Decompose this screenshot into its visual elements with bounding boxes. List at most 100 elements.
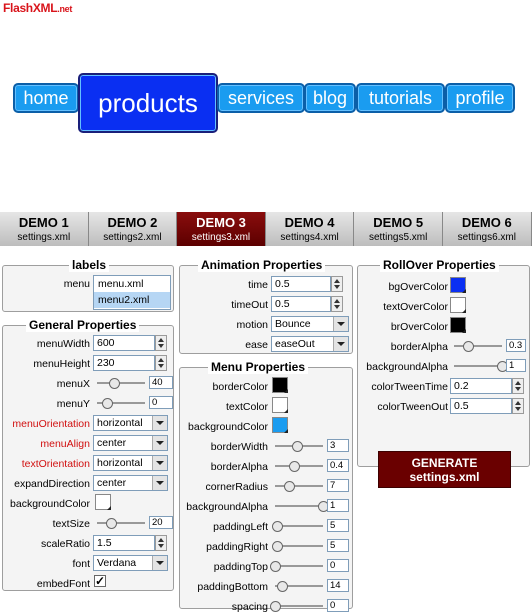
expanddirection-value: center [97, 477, 127, 489]
spacing-value[interactable]: 0 [327, 599, 349, 612]
backgroundcolor-swatch[interactable] [95, 494, 111, 510]
menux-label: menuX [56, 378, 90, 390]
ease-select[interactable]: easeOut [271, 336, 349, 352]
colortweenout-input[interactable]: 0.5 [450, 398, 512, 414]
paddingtop-value[interactable]: 0 [327, 559, 349, 572]
chevron-down-icon[interactable] [152, 416, 167, 430]
menuorientation-label: menuOrientation [12, 418, 90, 430]
cornerradius-value[interactable]: 7 [327, 479, 349, 492]
paddingtop-label: paddingTop [213, 561, 268, 573]
textcolor-swatch[interactable] [272, 397, 288, 413]
chevron-down-icon[interactable] [333, 337, 348, 351]
menu-item-0[interactable]: home [13, 83, 79, 113]
borderwidth-value[interactable]: 3 [327, 439, 349, 452]
demo-tab-5[interactable]: DEMO 5 settings5.xml [354, 212, 443, 246]
flashxml-logo: FlashXML.net [3, 1, 72, 15]
paddingright-slider[interactable] [272, 541, 323, 552]
textsize-label: textSize [52, 518, 90, 530]
borderwidth-slider[interactable] [275, 441, 323, 452]
demo-tab-2[interactable]: DEMO 2 settings2.xml [88, 212, 178, 246]
scaleratio-input[interactable]: 1.5 [93, 535, 155, 551]
menu-item-5[interactable]: profile [445, 83, 515, 113]
demo-tab-3[interactable]: DEMO 3 settings3.xml [177, 212, 266, 246]
menuy-label: menuY [56, 398, 90, 410]
list-item-selected[interactable]: menu2.xml [94, 292, 170, 308]
paddingright-value[interactable]: 5 [327, 539, 349, 552]
rollover-properties-title: RollOver Properties [380, 258, 499, 272]
chevron-down-icon[interactable] [152, 556, 167, 570]
borderalpha-value[interactable]: 0.3 [506, 339, 526, 352]
textorientation-select[interactable]: horizontal [93, 455, 168, 471]
brovercolor-swatch[interactable] [450, 317, 466, 333]
borderalpha-slider[interactable] [275, 461, 323, 472]
menuheight-stepper[interactable] [155, 355, 167, 371]
backgroundalpha-value[interactable]: 1 [506, 359, 526, 372]
borderalpha-value[interactable]: 0.4 [327, 459, 349, 472]
backgroundalpha-value[interactable]: 1 [327, 499, 349, 512]
expanddirection-select[interactable]: center [93, 475, 168, 491]
font-select[interactable]: Verdana [93, 555, 168, 571]
textovercolor-swatch[interactable] [450, 297, 466, 313]
paddingleft-value[interactable]: 5 [327, 519, 349, 532]
chevron-down-icon[interactable] [333, 317, 348, 331]
paddingleft-slider[interactable] [272, 521, 323, 532]
demo-tab-title: DEMO 5 [373, 215, 424, 230]
spacing-slider[interactable] [270, 601, 323, 612]
menux-value[interactable]: 40 [149, 376, 173, 389]
menux-slider[interactable] [97, 378, 145, 389]
menu-item-3[interactable]: blog [304, 83, 356, 113]
bgovercolor-swatch[interactable] [450, 277, 466, 293]
embedfont-checkbox[interactable]: ✓ [94, 575, 106, 587]
menuwidth-stepper[interactable] [155, 335, 167, 351]
labels-list[interactable]: menu.xml menu2.xml [93, 275, 171, 310]
paddingbottom-value[interactable]: 14 [327, 579, 349, 592]
animation-properties-title: Animation Properties [198, 258, 326, 272]
chevron-down-icon[interactable] [152, 456, 167, 470]
timeout-stepper[interactable] [331, 296, 343, 312]
paddingtop-slider[interactable] [270, 561, 323, 572]
demo-tab-file: settings4.xml [280, 232, 339, 243]
colortweenout-stepper[interactable] [512, 398, 524, 414]
list-item[interactable]: menu.xml [94, 276, 170, 292]
chevron-down-icon[interactable] [152, 476, 167, 490]
menuorientation-select[interactable]: horizontal [93, 415, 168, 431]
menu-item-1[interactable]: products [78, 73, 218, 133]
generate-file-label: settings.xml [409, 470, 480, 484]
menuy-slider[interactable] [97, 398, 145, 409]
demo-tab-6[interactable]: DEMO 6 settings6.xml [443, 212, 532, 246]
colortweentime-label: colorTweenTime [371, 381, 448, 393]
scaleratio-stepper[interactable] [155, 535, 167, 551]
menualign-label: menuAlign [40, 438, 90, 450]
menuheight-input[interactable]: 230 [93, 355, 155, 371]
demo-tab-4[interactable]: DEMO 4 settings4.xml [265, 212, 355, 246]
menu-item-4[interactable]: tutorials [356, 83, 445, 113]
paddingbottom-slider[interactable] [275, 581, 323, 592]
font-label: font [72, 558, 90, 570]
demo-tab-1[interactable]: DEMO 1 settings.xml [0, 212, 89, 246]
colortweentime-input[interactable]: 0.2 [450, 378, 512, 394]
chevron-down-icon[interactable] [152, 436, 167, 450]
textsize-value[interactable]: 20 [149, 516, 173, 529]
cornerradius-slider[interactable] [275, 481, 323, 492]
demo-tab-file: settings6.xml [457, 232, 516, 243]
menu-properties-title: Menu Properties [208, 360, 309, 374]
borderalpha-slider[interactable] [454, 341, 502, 352]
bordercolor-swatch[interactable] [272, 377, 288, 393]
backgroundalpha-slider[interactable] [275, 501, 329, 512]
menualign-value: center [97, 437, 127, 449]
generate-settings-button[interactable]: GENERATE settings.xml [378, 451, 511, 488]
menuwidth-input[interactable]: 600 [93, 335, 155, 351]
menu-item-2[interactable]: services [217, 83, 305, 113]
time-input[interactable]: 0.5 [271, 276, 331, 292]
embedfont-label: embedFont [36, 578, 90, 590]
textsize-slider[interactable] [97, 518, 145, 529]
menuy-value[interactable]: 0 [149, 396, 173, 409]
timeout-input[interactable]: 0.5 [271, 296, 331, 312]
logo-suffix: .net [57, 4, 73, 14]
backgroundalpha-slider[interactable] [454, 361, 508, 372]
backgroundcolor-swatch[interactable] [272, 417, 288, 433]
motion-select[interactable]: Bounce [271, 316, 349, 332]
colortweentime-stepper[interactable] [512, 378, 524, 394]
time-stepper[interactable] [331, 276, 343, 292]
menualign-select[interactable]: center [93, 435, 168, 451]
